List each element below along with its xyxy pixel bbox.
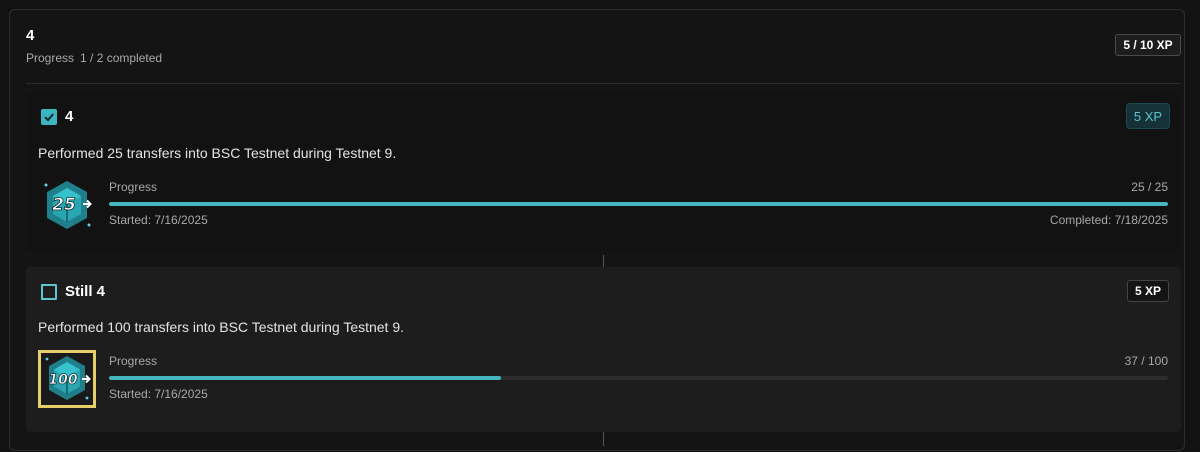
- quest-group-title: 4: [26, 27, 35, 44]
- check-icon: [44, 113, 54, 122]
- header-divider: [26, 83, 1181, 84]
- quest-card: [26, 92, 1181, 252]
- progress-fill: [109, 202, 1168, 206]
- quest-description: Performed 25 transfers into BSC Testnet …: [38, 145, 397, 161]
- progress-bar: [109, 202, 1168, 206]
- badge-number: 100: [48, 372, 77, 388]
- progress-fill: [109, 376, 501, 380]
- progress-label: Progress: [109, 354, 158, 368]
- group-progress: Progress 1 / 2 completed: [26, 51, 162, 65]
- completed-checkbox[interactable]: [41, 109, 57, 125]
- group-xp-badge: 5 / 10 XP: [1115, 34, 1181, 56]
- badge-number: 25: [52, 195, 76, 215]
- quest-title: Still 4: [65, 283, 106, 300]
- completed-date: Completed: 7/18/2025: [1049, 213, 1168, 227]
- transfer-badge-icon: 100: [38, 350, 96, 408]
- quest-card: [26, 267, 1181, 432]
- incomplete-checkbox[interactable]: [41, 284, 57, 300]
- connector-tick: [603, 432, 604, 446]
- group-progress-count: 1 / 2 completed: [80, 51, 163, 65]
- progress-label: Progress: [109, 180, 158, 194]
- quest-xp-badge: 5 XP: [1127, 280, 1169, 302]
- progress-count: 37 / 100: [1124, 354, 1168, 368]
- progress-count: 25 / 25: [1131, 180, 1168, 194]
- transfer-badge-icon: 25: [38, 176, 96, 234]
- quest-title: 4: [65, 108, 74, 125]
- progress-bar: [109, 376, 1168, 380]
- started-date: Started: 7/16/2025: [109, 213, 208, 227]
- quest-xp-badge: 5 XP: [1126, 103, 1170, 129]
- quest-description: Performed 100 transfers into BSC Testnet…: [38, 319, 405, 335]
- started-date: Started: 7/16/2025: [109, 387, 208, 401]
- group-progress-label: Progress: [26, 51, 75, 65]
